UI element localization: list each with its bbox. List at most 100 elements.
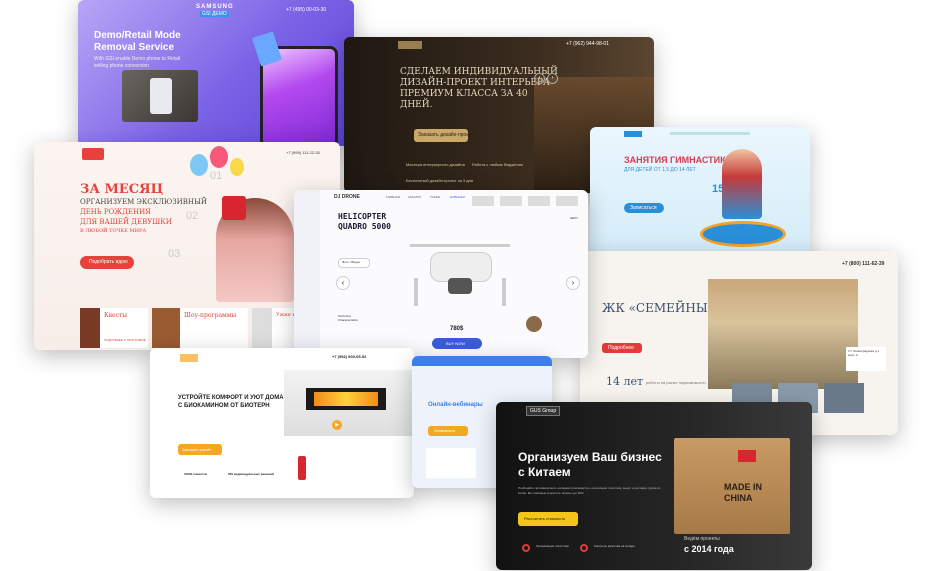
china-logo: GUS Group (526, 406, 561, 416)
china-feature-2: Контроль качества на складе (594, 544, 635, 548)
samsung-phone[interactable]: +7 (495) 00-03-30 (286, 7, 326, 13)
hand-photo (122, 70, 198, 122)
drone-nav-3[interactable]: ТАКЖЕ (430, 195, 440, 199)
show-image (152, 308, 180, 348)
interior-bullet-1: Мастера интерьерного дизайна (406, 162, 465, 167)
drone-sidebar[interactable] (294, 190, 320, 358)
quest-image (80, 308, 100, 348)
biofireplace-card[interactable]: +7 (952) 000-05-52 УСТРОЙТЕ КОМФОРТ И УЮ… (150, 348, 414, 498)
drone-buy-label: BUY NOW (446, 341, 466, 346)
residential-phone[interactable]: +7 (800) 111-62-39 (842, 261, 884, 267)
cardboard-box-image: MADE IN CHINA (674, 438, 790, 534)
fireplace-cta-button[interactable]: Заказать расчёт (178, 444, 222, 455)
samsung-demo-card[interactable]: SAMSUNG GSI ДЕМО +7 (495) 00-03-30 Demo/… (78, 0, 354, 146)
birthday-line1: ОРГАНИЗУЕМ ЭКСКЛЮЗИВНЫЙ (80, 198, 207, 206)
residential-cta-label: Подробнее (608, 345, 634, 351)
webinar-cta-button[interactable]: Записаться (428, 426, 468, 436)
trampoline-kid-image (700, 149, 786, 253)
china-title: Организуем Ваш бизнес с Китаем (518, 450, 662, 479)
target-icon (522, 544, 530, 552)
china-since-label: Ведём проекты (684, 536, 720, 542)
drone-media-toggle[interactable]: Фото / Видео (338, 258, 370, 268)
china-body: Пообщайте производителя, наладим произво… (518, 486, 661, 495)
drone-nav-4[interactable]: НОВИНКИ (450, 195, 465, 199)
address-panel: Ул. Ленинградская д.1 корп. 2 (846, 347, 886, 371)
fireplace-logo (180, 354, 198, 362)
fireplace-stat-1: 10000 клиентов (184, 472, 208, 476)
dinner-image (252, 308, 272, 348)
fireplace-cta-label: Заказать расчёт (182, 447, 213, 452)
fireplace-headline: УСТРОЙТЕ КОМФОРТ И УЮТ ДОМА С БИОКАМИНОМ… (178, 395, 284, 409)
interior-phone[interactable]: +7 (962) 944-98-01 (566, 41, 609, 47)
birthday-cta-button[interactable]: Подобрать идею (80, 256, 134, 269)
samsung-title: Demo/Retail Mode Removal Service (94, 30, 181, 53)
drone-card[interactable]: DJ DRONE ГЛАВНАЯ КАТАЛОГ ТАКЖЕ НОВИНКИ N… (294, 190, 588, 358)
drone-next[interactable]: NEXT (570, 216, 578, 220)
webinar-cta-label: Записаться (434, 428, 456, 433)
prev-arrow-icon[interactable]: ‹ (336, 276, 350, 290)
drone-image (400, 238, 520, 310)
gift-box-image (222, 196, 246, 220)
drone-nav-2[interactable]: КАТАЛОГ (408, 195, 421, 199)
birthday-card-1-link[interactable]: ПОДРОБНЕЕ О ПРОГРАММЕ (104, 338, 146, 342)
china-cta-button[interactable]: Рассчитать стоимость (518, 512, 578, 526)
china-cta-label: Рассчитать стоимость (524, 516, 566, 521)
box-label: MADE IN CHINA (724, 482, 762, 503)
birthday-line2: ДЕНЬ РОЖДЕНИЯ (80, 208, 151, 216)
fireplace-stat-2: 500 индивидуальных решений (228, 472, 274, 476)
birthday-card-1[interactable]: Квесты ПОДРОБНЕЕ О ПРОГРАММЕ (80, 308, 148, 348)
drone-price: 780$ (450, 326, 464, 332)
interior-logo (398, 41, 422, 49)
target-icon (580, 544, 588, 552)
drone-specs-title: Technical Characteristics (338, 314, 358, 322)
samsung-logo: SAMSUNG (196, 4, 234, 10)
gym-logo (624, 131, 642, 137)
birthday-phone[interactable]: +7 (999) 111-22-33 (286, 150, 320, 155)
gym-cta-label: Записаться (630, 205, 657, 211)
interior-cta-button[interactable]: Заказать дизайн-проект (414, 129, 474, 142)
interior-cta-label: Заказать дизайн-проект (418, 132, 474, 138)
interior-bullet-2: Работа с любым бюджетом (472, 162, 523, 167)
next-arrow-icon[interactable]: › (547, 73, 558, 84)
prev-arrow-icon[interactable]: ‹ (534, 73, 545, 84)
china-feature-1: Организация логистики (536, 544, 569, 548)
residential-years: 14 лет (606, 375, 644, 388)
drone-toggle-label: Фото / Видео (342, 260, 361, 264)
interior-bullet-3: Бесплатный дизайн-проект за 3 дня (406, 178, 473, 183)
birthday-line3: ДЛЯ ВАШЕЙ ДЕВУШКИ (80, 218, 172, 226)
drone-logo: DJ DRONE (334, 194, 360, 200)
drone-nav-1[interactable]: ГЛАВНАЯ (386, 195, 400, 199)
samsung-logo-sub: GSI ДЕМО (200, 11, 229, 17)
birthday-logo (82, 148, 104, 160)
gym-cta-button[interactable]: Записаться (624, 203, 664, 213)
webinar-header (412, 356, 552, 366)
building-image (708, 279, 858, 389)
birthday-card-1-title: Квесты (104, 312, 128, 319)
fireplace-phone[interactable]: +7 (952) 000-05-52 (332, 354, 366, 359)
residential-title: ЖК «СЕМЕЙНЫЙ» (602, 301, 726, 315)
china-business-card[interactable]: GUS Group Организуем Ваш бизнес с Китаем… (496, 402, 812, 570)
fire-extinguisher-image (298, 456, 306, 480)
consultant-avatar[interactable] (526, 316, 542, 332)
china-since-value: с 2014 года (684, 544, 734, 554)
residential-cta-button[interactable]: Подробнее (602, 343, 642, 353)
play-video-icon[interactable]: ▶ (332, 420, 342, 430)
birthday-card-2[interactable]: Шоу-программы (152, 308, 248, 348)
fireplace-image (284, 370, 412, 436)
next-arrow-icon[interactable]: › (566, 276, 580, 290)
birthday-card-2-title: Шоу-программы (184, 312, 237, 319)
drone-thumbnails[interactable] (468, 192, 586, 210)
residential-address: Ул. Ленинградская д.1 корп. 2 (848, 349, 880, 357)
birthday-line4: В ЛЮБОЙ ТОЧКЕ МИРА (80, 228, 147, 234)
gym-top-nav[interactable] (670, 132, 750, 135)
gym-subtitle: ДЛЯ ДЕТЕЙ ОТ 1,5 ДО 14 ЛЕТ (624, 167, 696, 173)
step-03: 03 (168, 248, 181, 260)
drone-title: HELICOPTER QUADRO 5000 (338, 212, 391, 231)
webinar-form[interactable] (426, 448, 476, 478)
birthday-cta-label: Подобрать идею (89, 259, 128, 265)
webinar-title: Онлайн-вебинары (428, 402, 483, 408)
drone-buy-button[interactable]: BUY NOW (432, 338, 482, 349)
balloons-image (184, 146, 264, 196)
step-02: 02 (186, 210, 199, 222)
samsung-subtitle: With GSI enable Demo phone to Retail sel… (94, 56, 181, 69)
